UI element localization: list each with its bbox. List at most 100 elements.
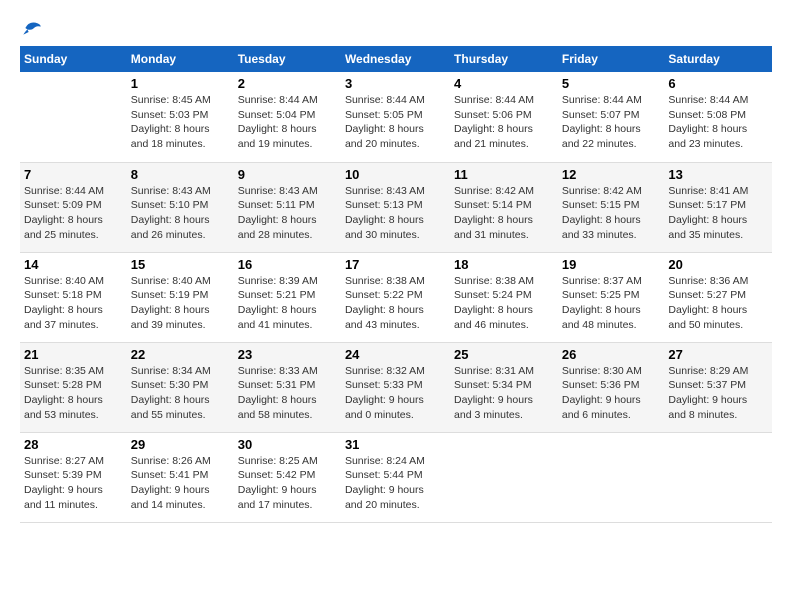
day-info: Sunrise: 8:32 AMSunset: 5:33 PMDaylight:… [345, 364, 446, 423]
day-number: 25 [454, 347, 554, 362]
day-info: Sunrise: 8:45 AMSunset: 5:03 PMDaylight:… [131, 93, 230, 152]
day-number: 10 [345, 167, 446, 182]
calendar-header-row: SundayMondayTuesdayWednesdayThursdayFrid… [20, 46, 772, 72]
day-number: 6 [668, 76, 768, 91]
calendar-cell: 7 Sunrise: 8:44 AMSunset: 5:09 PMDaylight… [20, 162, 127, 252]
day-info: Sunrise: 8:42 AMSunset: 5:15 PMDaylight:… [562, 184, 661, 243]
calendar-cell: 22 Sunrise: 8:34 AMSunset: 5:30 PMDayligh… [127, 342, 234, 432]
calendar-cell: 25 Sunrise: 8:31 AMSunset: 5:34 PMDayligh… [450, 342, 558, 432]
week-row-3: 14 Sunrise: 8:40 AMSunset: 5:18 PMDayligh… [20, 252, 772, 342]
day-number: 31 [345, 437, 446, 452]
day-info: Sunrise: 8:43 AMSunset: 5:11 PMDaylight:… [238, 184, 337, 243]
day-number: 7 [24, 167, 123, 182]
day-number: 5 [562, 76, 661, 91]
week-row-4: 21 Sunrise: 8:35 AMSunset: 5:28 PMDayligh… [20, 342, 772, 432]
week-row-1: 1 Sunrise: 8:45 AMSunset: 5:03 PMDaylight… [20, 72, 772, 162]
calendar-cell: 3 Sunrise: 8:44 AMSunset: 5:05 PMDaylight… [341, 72, 450, 162]
day-info: Sunrise: 8:36 AMSunset: 5:27 PMDaylight:… [668, 274, 768, 333]
day-info: Sunrise: 8:24 AMSunset: 5:44 PMDaylight:… [345, 454, 446, 513]
day-info: Sunrise: 8:44 AMSunset: 5:05 PMDaylight:… [345, 93, 446, 152]
day-number: 8 [131, 167, 230, 182]
column-header-monday: Monday [127, 46, 234, 72]
day-info: Sunrise: 8:25 AMSunset: 5:42 PMDaylight:… [238, 454, 337, 513]
calendar-cell: 31 Sunrise: 8:24 AMSunset: 5:44 PMDayligh… [341, 432, 450, 522]
day-info: Sunrise: 8:39 AMSunset: 5:21 PMDaylight:… [238, 274, 337, 333]
day-number: 14 [24, 257, 123, 272]
day-number: 20 [668, 257, 768, 272]
calendar-cell: 8 Sunrise: 8:43 AMSunset: 5:10 PMDaylight… [127, 162, 234, 252]
calendar-cell: 28 Sunrise: 8:27 AMSunset: 5:39 PMDayligh… [20, 432, 127, 522]
day-number: 12 [562, 167, 661, 182]
column-header-thursday: Thursday [450, 46, 558, 72]
day-info: Sunrise: 8:34 AMSunset: 5:30 PMDaylight:… [131, 364, 230, 423]
calendar-cell: 26 Sunrise: 8:30 AMSunset: 5:36 PMDayligh… [558, 342, 665, 432]
calendar-cell: 20 Sunrise: 8:36 AMSunset: 5:27 PMDayligh… [664, 252, 772, 342]
calendar-cell: 1 Sunrise: 8:45 AMSunset: 5:03 PMDaylight… [127, 72, 234, 162]
calendar-cell: 14 Sunrise: 8:40 AMSunset: 5:18 PMDayligh… [20, 252, 127, 342]
logo-bird-icon [22, 20, 42, 36]
day-number: 28 [24, 437, 123, 452]
day-info: Sunrise: 8:38 AMSunset: 5:24 PMDaylight:… [454, 274, 554, 333]
day-number: 2 [238, 76, 337, 91]
day-number: 4 [454, 76, 554, 91]
calendar-cell: 27Sunrise: 8:29 AMSunset: 5:37 PMDayligh… [664, 342, 772, 432]
day-number: 11 [454, 167, 554, 182]
calendar-cell [558, 432, 665, 522]
day-number: 26 [562, 347, 661, 362]
calendar-cell [20, 72, 127, 162]
day-info: Sunrise: 8:44 AMSunset: 5:09 PMDaylight:… [24, 184, 123, 243]
calendar-cell: 18 Sunrise: 8:38 AMSunset: 5:24 PMDayligh… [450, 252, 558, 342]
day-info: Sunrise: 8:40 AMSunset: 5:18 PMDaylight:… [24, 274, 123, 333]
day-info: Sunrise: 8:37 AMSunset: 5:25 PMDaylight:… [562, 274, 661, 333]
calendar-cell: 23 Sunrise: 8:33 AMSunset: 5:31 PMDayligh… [234, 342, 341, 432]
day-info: Sunrise: 8:35 AMSunset: 5:28 PMDaylight:… [24, 364, 123, 423]
day-number: 16 [238, 257, 337, 272]
day-info: Sunrise: 8:29 AMSunset: 5:37 PMDaylight:… [668, 364, 768, 423]
calendar-table: SundayMondayTuesdayWednesdayThursdayFrid… [20, 46, 772, 523]
calendar-cell: 21 Sunrise: 8:35 AMSunset: 5:28 PMDayligh… [20, 342, 127, 432]
day-number: 21 [24, 347, 123, 362]
day-info: Sunrise: 8:43 AMSunset: 5:10 PMDaylight:… [131, 184, 230, 243]
week-row-5: 28 Sunrise: 8:27 AMSunset: 5:39 PMDayligh… [20, 432, 772, 522]
day-number: 9 [238, 167, 337, 182]
calendar-cell: 11 Sunrise: 8:42 AMSunset: 5:14 PMDayligh… [450, 162, 558, 252]
day-number: 18 [454, 257, 554, 272]
day-info: Sunrise: 8:44 AMSunset: 5:04 PMDaylight:… [238, 93, 337, 152]
day-number: 30 [238, 437, 337, 452]
day-info: Sunrise: 8:40 AMSunset: 5:19 PMDaylight:… [131, 274, 230, 333]
calendar-cell: 12 Sunrise: 8:42 AMSunset: 5:15 PMDayligh… [558, 162, 665, 252]
calendar-cell: 4 Sunrise: 8:44 AMSunset: 5:06 PMDaylight… [450, 72, 558, 162]
day-number: 19 [562, 257, 661, 272]
calendar-cell: 6Sunrise: 8:44 AMSunset: 5:08 PMDaylight… [664, 72, 772, 162]
day-number: 1 [131, 76, 230, 91]
page-header [20, 20, 772, 36]
calendar-cell: 9 Sunrise: 8:43 AMSunset: 5:11 PMDaylight… [234, 162, 341, 252]
day-number: 13 [668, 167, 768, 182]
day-info: Sunrise: 8:41 AMSunset: 5:17 PMDaylight:… [668, 184, 768, 243]
calendar-cell: 24 Sunrise: 8:32 AMSunset: 5:33 PMDayligh… [341, 342, 450, 432]
calendar-cell: 2 Sunrise: 8:44 AMSunset: 5:04 PMDaylight… [234, 72, 341, 162]
day-info: Sunrise: 8:30 AMSunset: 5:36 PMDaylight:… [562, 364, 661, 423]
day-number: 3 [345, 76, 446, 91]
day-number: 22 [131, 347, 230, 362]
calendar-cell: 19 Sunrise: 8:37 AMSunset: 5:25 PMDayligh… [558, 252, 665, 342]
day-number: 17 [345, 257, 446, 272]
day-info: Sunrise: 8:44 AMSunset: 5:06 PMDaylight:… [454, 93, 554, 152]
day-info: Sunrise: 8:31 AMSunset: 5:34 PMDaylight:… [454, 364, 554, 423]
week-row-2: 7 Sunrise: 8:44 AMSunset: 5:09 PMDaylight… [20, 162, 772, 252]
calendar-cell [664, 432, 772, 522]
calendar-cell: 13 Sunrise: 8:41 AMSunset: 5:17 PMDayligh… [664, 162, 772, 252]
day-info: Sunrise: 8:27 AMSunset: 5:39 PMDaylight:… [24, 454, 123, 513]
day-info: Sunrise: 8:44 AMSunset: 5:07 PMDaylight:… [562, 93, 661, 152]
day-number: 24 [345, 347, 446, 362]
calendar-cell: 15 Sunrise: 8:40 AMSunset: 5:19 PMDayligh… [127, 252, 234, 342]
day-info: Sunrise: 8:33 AMSunset: 5:31 PMDaylight:… [238, 364, 337, 423]
calendar-cell [450, 432, 558, 522]
column-header-friday: Friday [558, 46, 665, 72]
day-info: Sunrise: 8:43 AMSunset: 5:13 PMDaylight:… [345, 184, 446, 243]
day-info: Sunrise: 8:42 AMSunset: 5:14 PMDaylight:… [454, 184, 554, 243]
column-header-wednesday: Wednesday [341, 46, 450, 72]
day-number: 15 [131, 257, 230, 272]
day-number: 23 [238, 347, 337, 362]
day-number: 29 [131, 437, 230, 452]
